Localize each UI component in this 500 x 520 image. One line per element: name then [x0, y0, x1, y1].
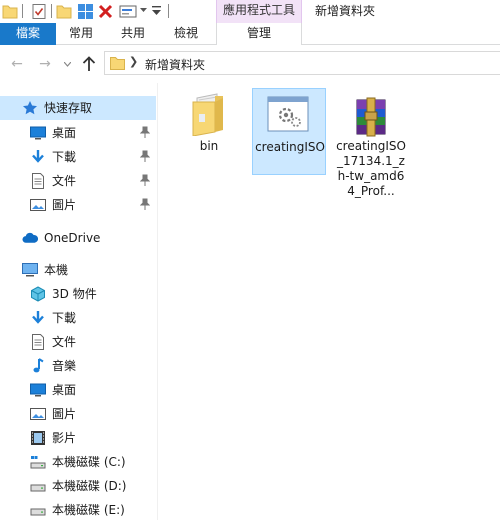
- nav-this-pc[interactable]: 本機: [0, 258, 156, 282]
- tab-home[interactable]: 常用: [56, 23, 106, 45]
- file-item-creatingiso[interactable]: creatingISO: [252, 88, 326, 175]
- system-drive-icon: [30, 456, 46, 469]
- nav-pictures-pc-label: 圖片: [52, 407, 77, 421]
- file-item-bin[interactable]: bin: [172, 88, 248, 174]
- delete-icon[interactable]: [98, 4, 113, 19]
- back-arrow-icon[interactable]: ←: [8, 55, 26, 73]
- nav-drive-c[interactable]: 本機磁碟 (C:): [0, 450, 156, 474]
- nav-music[interactable]: 音樂: [0, 354, 156, 378]
- customize-toolbar-icon[interactable]: [152, 5, 161, 16]
- nav-pictures-pinned[interactable]: 圖片: [0, 193, 156, 217]
- ribbon-tabs: 檔案 常用 共用 檢視 管理: [0, 23, 500, 46]
- nav-desktop-label: 桌面: [52, 126, 77, 140]
- nav-downloads-pinned[interactable]: 下載: [0, 145, 156, 169]
- chevron-down-icon[interactable]: [140, 8, 147, 13]
- file-list: bin creatingISO creatingISO_17134.1_zh-t…: [158, 83, 500, 520]
- navigation-bar: ← → ❯ 新增資料夾: [0, 45, 500, 83]
- recent-locations-icon[interactable]: [64, 62, 71, 67]
- nav-pictures-label: 圖片: [52, 198, 77, 212]
- pin-icon[interactable]: [140, 198, 150, 210]
- properties-icon[interactable]: [31, 3, 47, 20]
- nav-videos[interactable]: 影片: [0, 426, 156, 450]
- nav-quick-access[interactable]: 快速存取: [0, 96, 156, 120]
- nav-3d-objects[interactable]: 3D 物件: [0, 282, 156, 306]
- breadcrumb-current-folder[interactable]: 新增資料夾: [145, 56, 205, 73]
- nav-drive-d-label: 本機磁碟 (D:): [52, 479, 127, 493]
- pin-icon[interactable]: [140, 150, 150, 162]
- application-icon: [267, 96, 309, 132]
- this-pc-icon: [22, 263, 38, 277]
- nav-3d-objects-label: 3D 物件: [52, 287, 97, 301]
- nav-onedrive-label: OneDrive: [44, 231, 101, 245]
- nav-music-label: 音樂: [52, 359, 77, 373]
- context-tab-group: 應用程式工具: [216, 0, 302, 23]
- app-folder-icon: [2, 5, 18, 19]
- nav-drive-c-label: 本機磁碟 (C:): [52, 455, 126, 469]
- file-name: creatingISO_17134.1_zh-tw_amd64_Prof...: [336, 139, 406, 198]
- music-icon: [33, 358, 44, 373]
- layout-icon[interactable]: [77, 3, 94, 20]
- nav-drive-e-label: 本機磁碟 (E:): [52, 503, 125, 517]
- desktop-icon: [30, 126, 46, 140]
- address-bar[interactable]: ❯ 新增資料夾: [104, 51, 500, 75]
- drive-icon: [30, 508, 46, 516]
- quick-access-star-icon: [23, 101, 37, 115]
- picture-icon: [30, 408, 46, 420]
- nav-quick-access-label: 快速存取: [44, 101, 93, 115]
- nav-documents-pinned[interactable]: 文件: [0, 169, 156, 193]
- pin-icon[interactable]: [140, 126, 150, 138]
- picture-icon: [30, 199, 46, 211]
- nav-desktop[interactable]: 桌面: [0, 378, 156, 402]
- download-icon: [32, 150, 44, 163]
- nav-pictures[interactable]: 圖片: [0, 402, 156, 426]
- pin-icon[interactable]: [140, 174, 150, 186]
- file-item-creatingiso-archive[interactable]: creatingISO_17134.1_zh-tw_amd64_Prof...: [334, 88, 410, 198]
- title-bar: 應用程式工具 新增資料夾: [0, 0, 500, 23]
- folder-icon: [192, 93, 223, 136]
- nav-downloads-pc-label: 下載: [52, 311, 77, 325]
- nav-this-pc-label: 本機: [44, 263, 69, 277]
- nav-desktop-pinned[interactable]: 桌面: [0, 121, 156, 145]
- breadcrumb-chevron-icon[interactable]: ❯: [129, 55, 138, 68]
- winrar-archive-icon: [356, 97, 386, 137]
- rename-icon[interactable]: [119, 4, 137, 19]
- file-name: creatingISO: [255, 140, 325, 154]
- document-icon: [32, 173, 44, 189]
- navigation-pane: 快速存取 桌面 下載 文件 圖片 OneDrive 本機 3D 物件 下載 文件…: [0, 83, 156, 520]
- nav-documents[interactable]: 文件: [0, 330, 156, 354]
- nav-onedrive[interactable]: OneDrive: [0, 226, 156, 250]
- nav-drive-e[interactable]: 本機磁碟 (E:): [0, 498, 156, 520]
- nav-videos-label: 影片: [52, 431, 77, 445]
- tab-manage[interactable]: 管理: [216, 23, 302, 46]
- forward-arrow-icon[interactable]: →: [36, 55, 54, 73]
- 3d-objects-icon: [31, 286, 45, 302]
- desktop-icon: [30, 383, 46, 397]
- nav-documents-pc-label: 文件: [52, 335, 77, 349]
- tab-view[interactable]: 檢視: [161, 23, 211, 45]
- nav-downloads-label: 下載: [52, 150, 77, 164]
- download-icon: [32, 311, 44, 324]
- folder-icon: [110, 57, 125, 70]
- nav-drive-d[interactable]: 本機磁碟 (D:): [0, 474, 156, 498]
- up-arrow-icon[interactable]: [82, 56, 96, 72]
- tab-file[interactable]: 檔案: [0, 23, 56, 45]
- onedrive-cloud-icon: [22, 232, 38, 243]
- tab-share[interactable]: 共用: [108, 23, 158, 45]
- new-folder-icon[interactable]: [56, 4, 72, 19]
- nav-desktop-pc-label: 桌面: [52, 383, 77, 397]
- drive-icon: [30, 484, 46, 492]
- window-title: 新增資料夾: [315, 4, 376, 18]
- file-name: bin: [199, 139, 219, 153]
- nav-documents-label: 文件: [52, 174, 77, 188]
- document-icon: [32, 334, 44, 350]
- nav-downloads[interactable]: 下載: [0, 306, 156, 330]
- video-icon: [31, 431, 45, 445]
